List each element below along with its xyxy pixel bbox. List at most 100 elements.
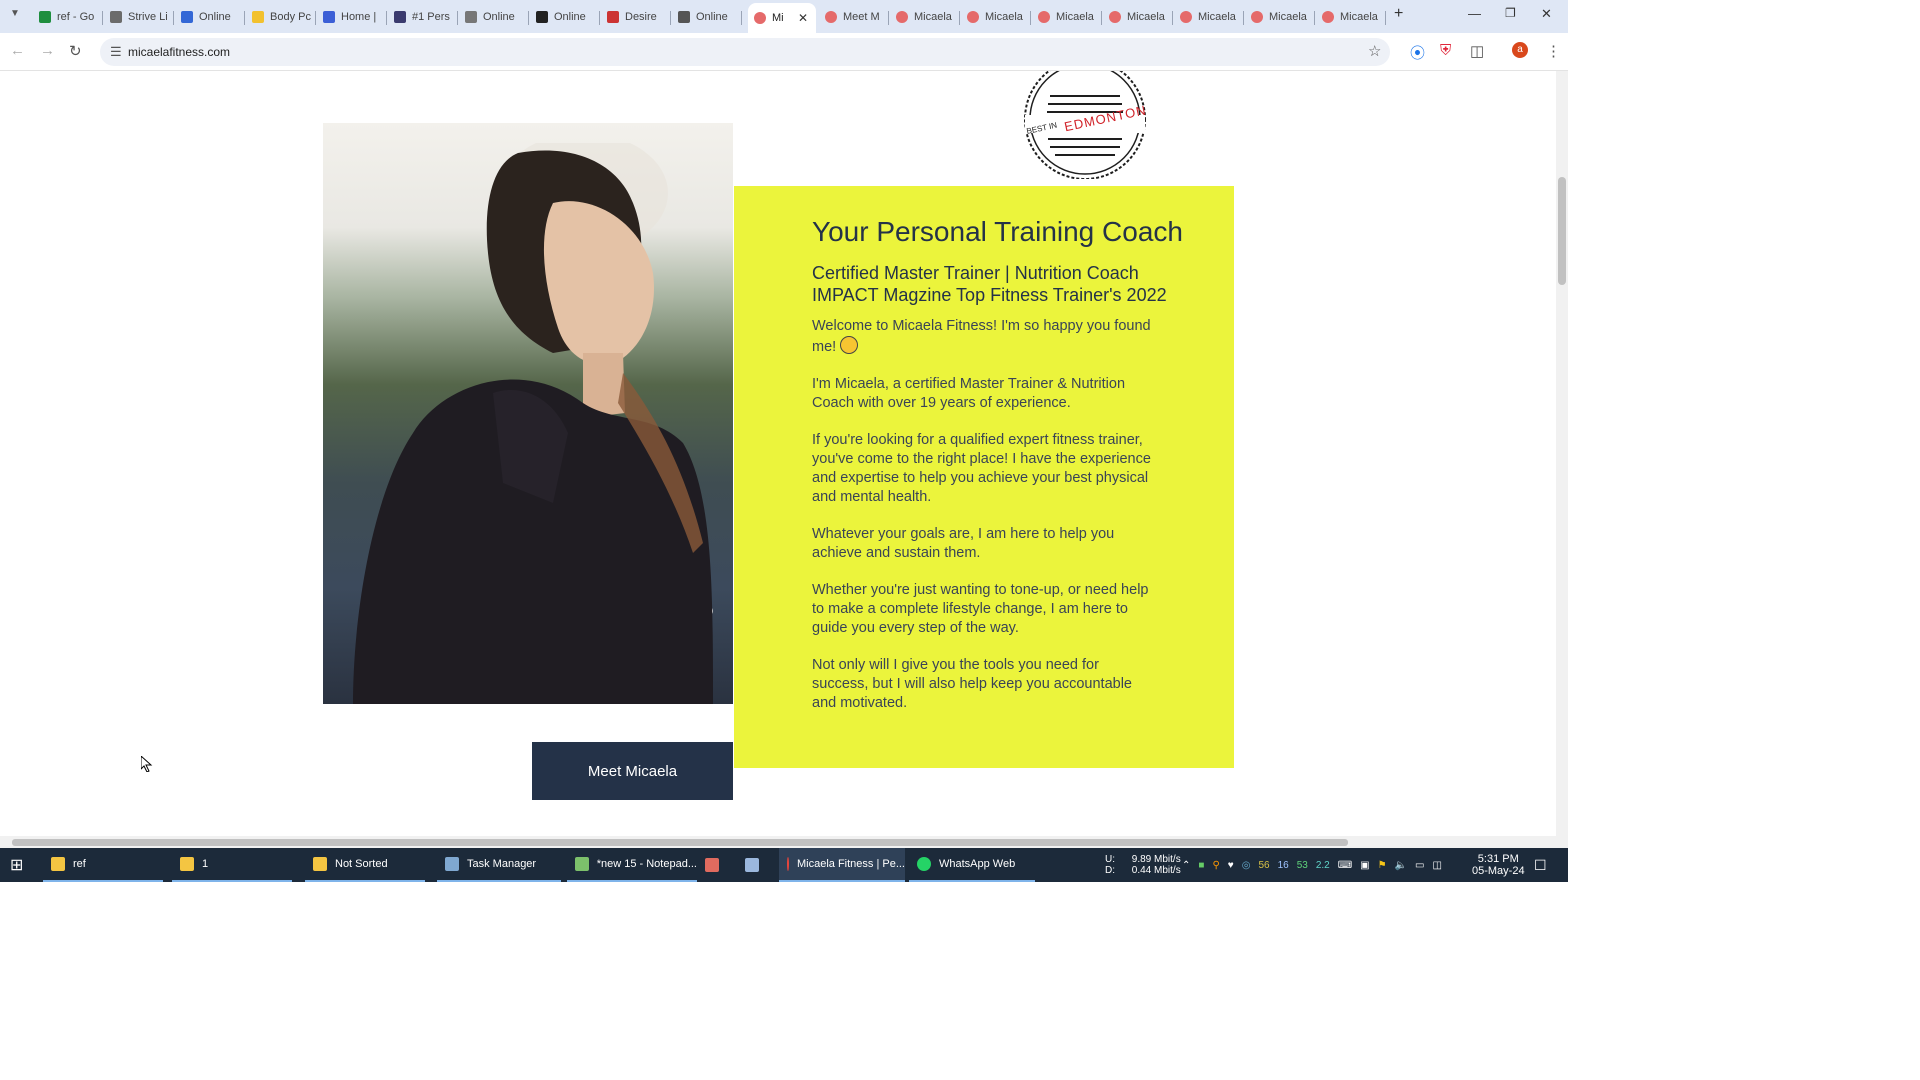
document-icon	[745, 858, 759, 872]
shield-icon	[110, 11, 122, 23]
shield-extension-icon[interactable]: ⛨	[1440, 42, 1451, 59]
tab-close-icon[interactable]: ✕	[798, 11, 808, 25]
tray-search-icon[interactable]: ⚲	[1212, 860, 1219, 871]
tab-label: Micaela	[1269, 11, 1307, 23]
tab-separator	[386, 11, 387, 25]
notification-icon[interactable]: ☐	[1534, 848, 1547, 882]
url-text[interactable]: micaelafitness.com	[128, 45, 230, 59]
tab-label: Online	[199, 11, 231, 23]
meet-micaela-button[interactable]: Meet Micaela	[532, 742, 733, 800]
battery-icon[interactable]: ▭	[1415, 860, 1424, 871]
address-bar[interactable]: ☰ micaelafitness.com	[100, 38, 1390, 66]
horizontal-scroll-thumb[interactable]	[12, 839, 1348, 846]
tab-14[interactable]: Micaela	[1032, 5, 1102, 29]
tab-8[interactable]: Desire	[601, 5, 671, 29]
woman-figure-image	[353, 143, 713, 704]
tab-6[interactable]: Online	[459, 5, 529, 29]
back-arrow-icon[interactable]: ←	[10, 42, 25, 59]
tray-chevron-icon[interactable]: ⌃	[1182, 860, 1190, 871]
whatsapp-icon	[917, 857, 931, 871]
tab-9[interactable]: Online	[672, 5, 742, 29]
tab-5[interactable]: #1 Pers	[388, 5, 458, 29]
tab-17[interactable]: Micaela	[1245, 5, 1315, 29]
start-button[interactable]: ⊞	[10, 848, 23, 882]
tray-icons: ⌃ ■ ⚲ ♥ ◎ 56 16 53 2.2 ⌨ ▣ ⚑ 🔈 ▭ ◫	[1182, 848, 1442, 882]
taskbar-item-6[interactable]: WhatsApp Web	[909, 848, 1035, 882]
document-icon-taskbar[interactable]	[745, 848, 767, 882]
notepad-icon	[575, 857, 589, 871]
tab-18[interactable]: Micaela	[1316, 5, 1386, 29]
paragraph-expertise: If you're looking for a qualified expert…	[812, 432, 1151, 505]
tray-keyboard-icon[interactable]: ⌨	[1338, 860, 1352, 871]
network-icon[interactable]: ◫	[1432, 860, 1441, 871]
folder-icon	[180, 857, 194, 871]
tab-label: Micaela	[985, 11, 1023, 23]
taskbar-item-5[interactable]: Micaela Fitness | Pe...	[779, 848, 905, 882]
clock[interactable]: 5:31 PM 05-May-24	[1472, 848, 1525, 882]
micaela-icon	[967, 11, 979, 23]
minimize-icon[interactable]: —	[1468, 6, 1481, 21]
extension-blue-icon[interactable]: ⦿	[1410, 42, 1425, 63]
taskbar-item-4[interactable]: *new 15 - Notepad...	[567, 848, 697, 882]
tab-separator	[1172, 11, 1173, 25]
vertical-scrollbar[interactable]	[1556, 71, 1568, 836]
tray-calendar-icon[interactable]: ▣	[1360, 860, 1369, 871]
tab-separator	[1101, 11, 1102, 25]
tab-label: Meet M	[843, 11, 880, 23]
paragraph-welcome: Welcome to Micaela Fitness! I'm so happy…	[812, 317, 1157, 357]
tab-3[interactable]: Body Pc	[246, 5, 316, 29]
tab-10[interactable]: Mi ✕	[748, 3, 816, 33]
paragraph-intro: I'm Micaela, a certified Master Trainer …	[812, 376, 1126, 411]
tab-16[interactable]: Micaela	[1174, 5, 1244, 29]
tray-flag-icon[interactable]: ⚑	[1378, 860, 1387, 871]
tab-separator	[1385, 11, 1386, 25]
new-tab-plus-icon[interactable]: +	[1394, 5, 1403, 23]
tab-11[interactable]: Meet M	[819, 5, 889, 29]
sheets-icon	[39, 11, 51, 23]
tray-num-3: 53	[1296, 859, 1308, 871]
windows-taskbar: ⊞ ref 1 Not Sorted Task Manager *new 15 - No…	[0, 848, 1568, 882]
tab-2[interactable]: Online	[175, 5, 245, 29]
extensions-puzzle-icon[interactable]: ◫	[1470, 42, 1484, 60]
tab-1[interactable]: Strive Li	[104, 5, 174, 29]
tab-13[interactable]: Micaela	[961, 5, 1031, 29]
media-player-icon	[705, 858, 719, 872]
media-player-icon-taskbar[interactable]	[705, 848, 727, 882]
restore-icon[interactable]: ❐	[1505, 6, 1516, 20]
tab-7[interactable]: Online	[530, 5, 600, 29]
tray-num-1: 56	[1258, 859, 1270, 871]
taskbar-item-2[interactable]: Not Sorted	[305, 848, 425, 882]
vertical-scroll-thumb[interactable]	[1558, 177, 1566, 285]
mouse-cursor-icon	[141, 756, 153, 772]
tab-search-chevron-icon[interactable]: ▼	[10, 8, 20, 19]
reload-icon[interactable]: ↻	[69, 42, 82, 60]
tab-strip: ▼ ref - Go Strive Li Online Body Pc Home | #1…	[0, 0, 1568, 33]
close-window-icon[interactable]: ✕	[1541, 6, 1552, 22]
tab-15[interactable]: Micaela	[1103, 5, 1173, 29]
profile-avatar[interactable]: a	[1512, 42, 1528, 58]
bookmark-star-icon[interactable]: ☆	[1368, 42, 1381, 60]
micaela-icon	[1109, 11, 1121, 23]
tab-12[interactable]: Micaela	[890, 5, 960, 29]
taskbar-item-1[interactable]: 1	[172, 848, 292, 882]
taskbar-item-3[interactable]: Task Manager	[437, 848, 561, 882]
tab-0[interactable]: ref - Go	[33, 5, 103, 29]
volume-icon[interactable]: 🔈	[1395, 860, 1407, 871]
horizontal-scrollbar[interactable]	[0, 836, 1568, 848]
tab-label: #1 Pers	[412, 11, 450, 23]
tab-separator	[888, 11, 889, 25]
hex-icon	[394, 11, 406, 23]
trainer-photo	[323, 123, 733, 704]
tab-label: Home |	[341, 11, 377, 23]
site-info-icon[interactable]: ☰	[110, 44, 122, 60]
tray-app-icon[interactable]: ■	[1198, 860, 1204, 871]
chrome-icon	[787, 857, 789, 871]
tray-globe-icon[interactable]: ◎	[1242, 860, 1251, 871]
tray-shield-icon[interactable]: ♥	[1228, 860, 1234, 871]
forward-arrow-icon[interactable]: →	[40, 42, 55, 59]
tab-4[interactable]: Home |	[317, 5, 387, 29]
taskbar-item-0[interactable]: ref	[43, 848, 163, 882]
net-down-row: D: 0.44 Mbit/s	[1105, 865, 1181, 876]
menu-kebab-icon[interactable]: ⋮	[1546, 42, 1561, 60]
micaela-icon	[825, 11, 837, 23]
